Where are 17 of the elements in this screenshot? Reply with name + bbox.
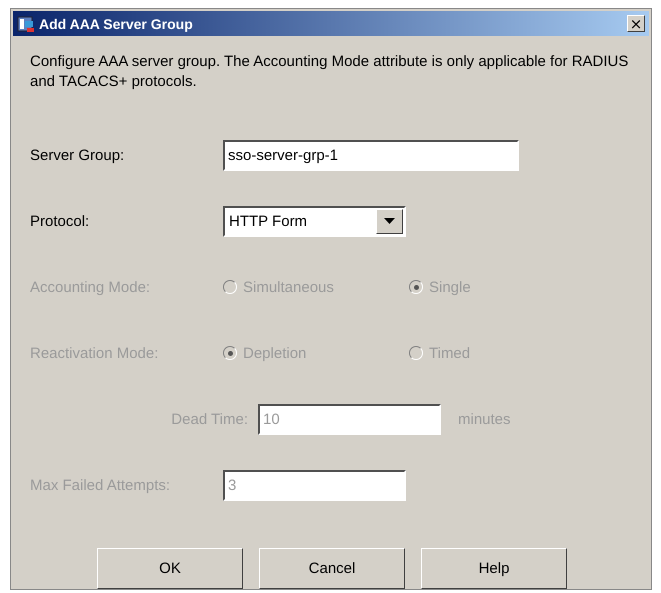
close-button[interactable]: ×: [627, 15, 645, 32]
field-label: Reactivation Mode:: [30, 344, 160, 362]
unit-label: minutes: [458, 410, 511, 428]
app-icon: [17, 14, 35, 32]
caret-icon: [384, 218, 395, 224]
field-label: Accounting Mode:: [30, 278, 152, 296]
protocol-dropdown[interactable]: HTTP Form: [223, 206, 406, 236]
dialog-button[interactable]: Cancel: [259, 548, 405, 589]
description-text: Configure AAA server group. The Accounting Mode attribute is only applicable for RADIUS and TACACS+ protocols.: [30, 52, 630, 92]
dialog-button[interactable]: OK: [97, 548, 243, 589]
window-title: Add AAA Server Group: [39, 16, 194, 32]
field-label: Protocol:: [30, 212, 90, 230]
dialog-button[interactable]: Help: [421, 548, 567, 589]
field-label: Dead Time:: [170, 410, 248, 428]
field-label: Max Failed Attempts:: [30, 476, 172, 494]
server-group-field[interactable]: sso-server-grp-1: [223, 140, 519, 170]
field-label: Server Group:: [30, 146, 126, 164]
